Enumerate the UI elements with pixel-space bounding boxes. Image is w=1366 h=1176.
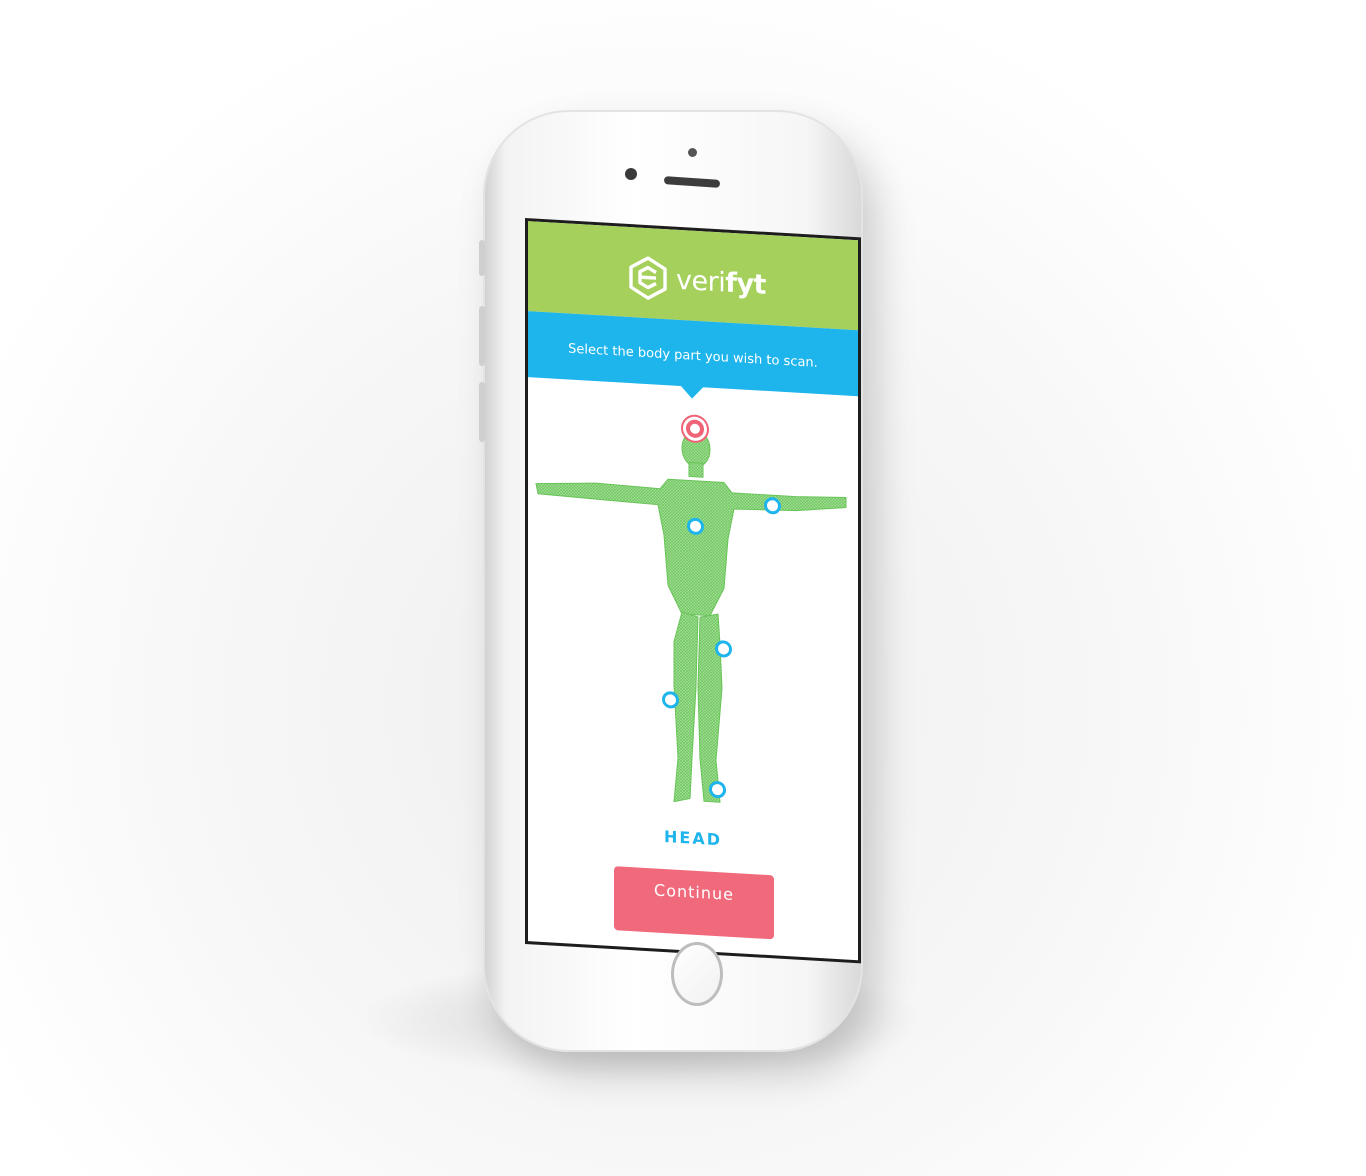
body-marker-left-foot[interactable]: [709, 780, 726, 799]
body-marker-head[interactable]: [686, 419, 704, 439]
body-marker-chest[interactable]: [687, 517, 704, 536]
home-button[interactable]: [671, 942, 723, 1006]
volume-up-button: [479, 306, 485, 366]
front-camera-icon: [625, 168, 637, 180]
earpiece-speaker: [663, 176, 721, 188]
continue-button[interactable]: Continue: [614, 866, 774, 940]
instruction-text: Select the body part you wish to scan.: [568, 341, 818, 371]
app-screen: verifyt Select the body part you wish to…: [525, 218, 861, 964]
hexagon-e-logo-icon: [629, 256, 667, 300]
body-marker-left-arm[interactable]: [764, 496, 781, 515]
body-map: [528, 377, 858, 836]
mute-switch: [479, 240, 485, 276]
brand-wordmark-prefix: veri: [676, 264, 726, 299]
phone-device: verifyt Select the body part you wish to…: [479, 110, 863, 1052]
human-body-wireframe-icon: [535, 430, 847, 803]
brand-logo: verifyt: [628, 255, 766, 307]
proximity-sensor: [688, 148, 697, 157]
body-marker-left-thigh[interactable]: [715, 639, 732, 658]
brand-wordmark-suffix: fyt: [725, 267, 766, 301]
product-mockup-stage: verifyt Select the body part you wish to…: [0, 0, 1366, 1176]
volume-down-button: [479, 382, 485, 442]
body-marker-right-shin[interactable]: [662, 690, 679, 709]
brand-wordmark: verifyt: [676, 264, 766, 300]
